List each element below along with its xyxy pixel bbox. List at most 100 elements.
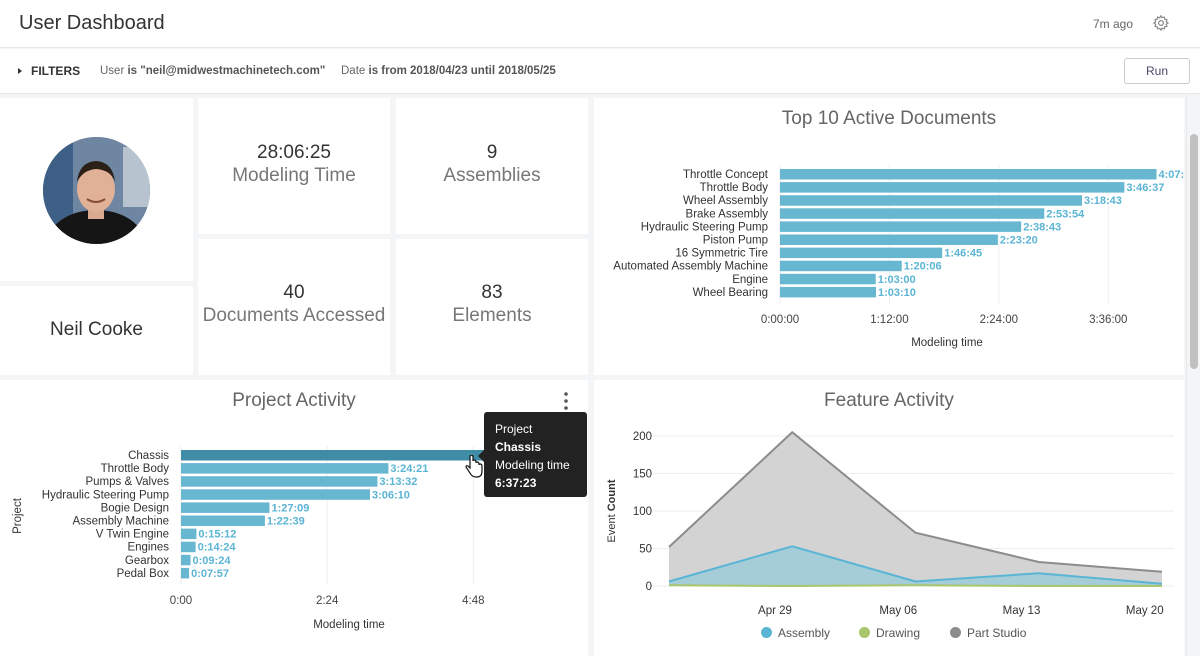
chart-tooltip: Project Chassis Modeling time 6:37:23 [478,412,587,497]
legend-item-assembly[interactable]: Assembly [761,626,830,640]
bar [780,221,1022,232]
bar-value-label: 1:20:06 [904,261,942,273]
legend-dot [859,627,870,638]
top-documents-panel: Top 10 Active Documents 0:00:00 1:12:00 2:… [594,98,1184,375]
y-category-label: Engines [127,542,169,554]
bar [780,234,998,245]
y-category-label: V Twin Engine [96,529,169,541]
y-category-label: Hydraulic Steering Pump [42,489,169,501]
avatar [43,137,150,244]
y-category-label: Hydraulic Steering Pump [641,221,768,233]
y-category-label: Wheel Assembly [683,195,768,207]
y-category-label: Bogie Design [101,502,169,514]
date-filter-field: Date [341,65,366,77]
x-axis-label: Modeling time [313,619,385,631]
stat-value: 9 [486,142,498,163]
x-tick-label: 2:24 [316,595,339,607]
tooltip-field-value: Chassis [495,440,542,454]
more-options-icon[interactable] [563,391,569,411]
y-category-label: Piston Pump [703,235,768,247]
x-tick-label: May 13 [1003,605,1041,617]
y-category-label: Automated Assembly Machine [613,261,768,273]
bar-value-label: 2:38:43 [1023,221,1061,233]
y-category-label: Brake Assembly [686,208,769,220]
bar-value-label: 0:14:24 [198,542,237,554]
stat-label: Elements [452,305,532,326]
user-filter-field: User [100,65,125,77]
stat-label: Modeling Time [232,165,356,186]
y-category-label: 16 Symmetric Tire [675,248,768,260]
stat-label: Documents Accessed [202,305,386,326]
bar [780,273,876,285]
legend-dot [950,627,961,638]
y-tick-label: 150 [633,469,652,481]
stat-tile-elements: 83 Elements [396,239,588,375]
bar-value-label: 2:53:54 [1046,208,1085,220]
legend-dot [761,627,772,638]
bar-value-label: 3:24:21 [390,463,428,475]
tooltip-field-label: Project [495,422,533,436]
x-tick-label: Apr 29 [758,605,792,617]
y-category-label: Wheel Bearing [693,287,768,299]
profile-name-tile: Neil Cooke [0,286,193,375]
x-tick-label: 4:48 [462,595,484,607]
bar [780,286,876,298]
legend-item-part-studio[interactable]: Part Studio [950,626,1026,640]
bar-value-label: 1:03:10 [878,287,916,299]
bar [181,541,196,553]
bar [780,195,1082,206]
run-button[interactable]: Run [1124,58,1190,84]
bar [780,247,943,259]
bar [780,208,1045,219]
bar-value-label: 2:23:20 [1000,235,1038,247]
feature-activity-chart: 0 50 100 150 200 Apr 29 May 06 May 13 May 20 Even… [606,430,1174,617]
bar [181,528,197,540]
top-bar: User Dashboard 7m ago [0,0,1200,48]
x-tick-label: May 06 [879,605,917,617]
top-documents-chart: 0:00:00 1:12:00 2:24:00 3:36:00 Throttle Con… [613,165,1184,349]
bar-value-label: 3:18:43 [1084,195,1122,207]
gear-icon[interactable] [1152,14,1170,32]
filters-label: FILTERS [31,64,81,78]
bar [181,554,191,566]
legend-label: Part Studio [967,626,1027,640]
bar-value-label: 3:46:37 [1126,182,1164,194]
y-category-label: Pedal Box [117,568,170,580]
bar-value-label: 1:46:45 [944,248,982,260]
x-tick-label: 0:00 [170,595,192,607]
legend-label: Assembly [778,626,831,640]
y-category-label: Throttle Body [700,182,769,194]
stat-value: 28:06:25 [257,142,331,163]
y-category-label: Assembly Machine [72,516,169,528]
bar-value-label: 3:13:32 [379,476,417,488]
bar-value-label: 0:09:24 [193,555,232,567]
tooltip-field-label: Modeling time [495,458,570,472]
bar-value-label: 0:07:57 [191,568,229,580]
user-filter[interactable]: User is "neil@midwestmachinetech.com" [100,65,325,77]
y-category-label: Throttle Concept [683,169,769,181]
x-tick-label: 0:00:00 [761,314,799,326]
bar-value-label: 1:22:39 [267,516,305,528]
bar [181,567,190,579]
filters-toggle[interactable]: FILTERS [18,64,80,78]
stat-label: Assemblies [443,165,541,186]
user-filter-value: is "neil@midwestmachinetech.com" [127,65,326,77]
date-filter[interactable]: Date is from 2018/04/23 until 2018/05/25 [341,65,556,77]
date-filter-value: is from 2018/04/23 until 2018/05/25 [368,65,556,77]
filter-bar: FILTERS User is "neil@midwestmachinetech… [0,49,1200,94]
y-tick-label: 50 [639,544,652,556]
x-tick-label: 3:36:00 [1089,314,1127,326]
bar [780,182,1125,193]
bar [181,502,270,513]
y-tick-label: 200 [633,431,652,443]
scrollbar-thumb[interactable] [1190,134,1198,369]
y-category-label: Pumps & Valves [85,476,169,488]
y-category-label: Engine [732,274,768,286]
stat-tile-modeling-time: 28:06:25 Modeling Time [198,98,390,234]
stat-tile-documents-accessed: 40 Documents Accessed [198,239,390,375]
x-axis-label: Modeling time [911,337,983,349]
legend-item-drawing[interactable]: Drawing [859,626,920,640]
page-scrollbar[interactable] [1186,94,1200,656]
last-updated-label: 7m ago [1092,17,1133,31]
caret-right-icon [18,68,22,74]
